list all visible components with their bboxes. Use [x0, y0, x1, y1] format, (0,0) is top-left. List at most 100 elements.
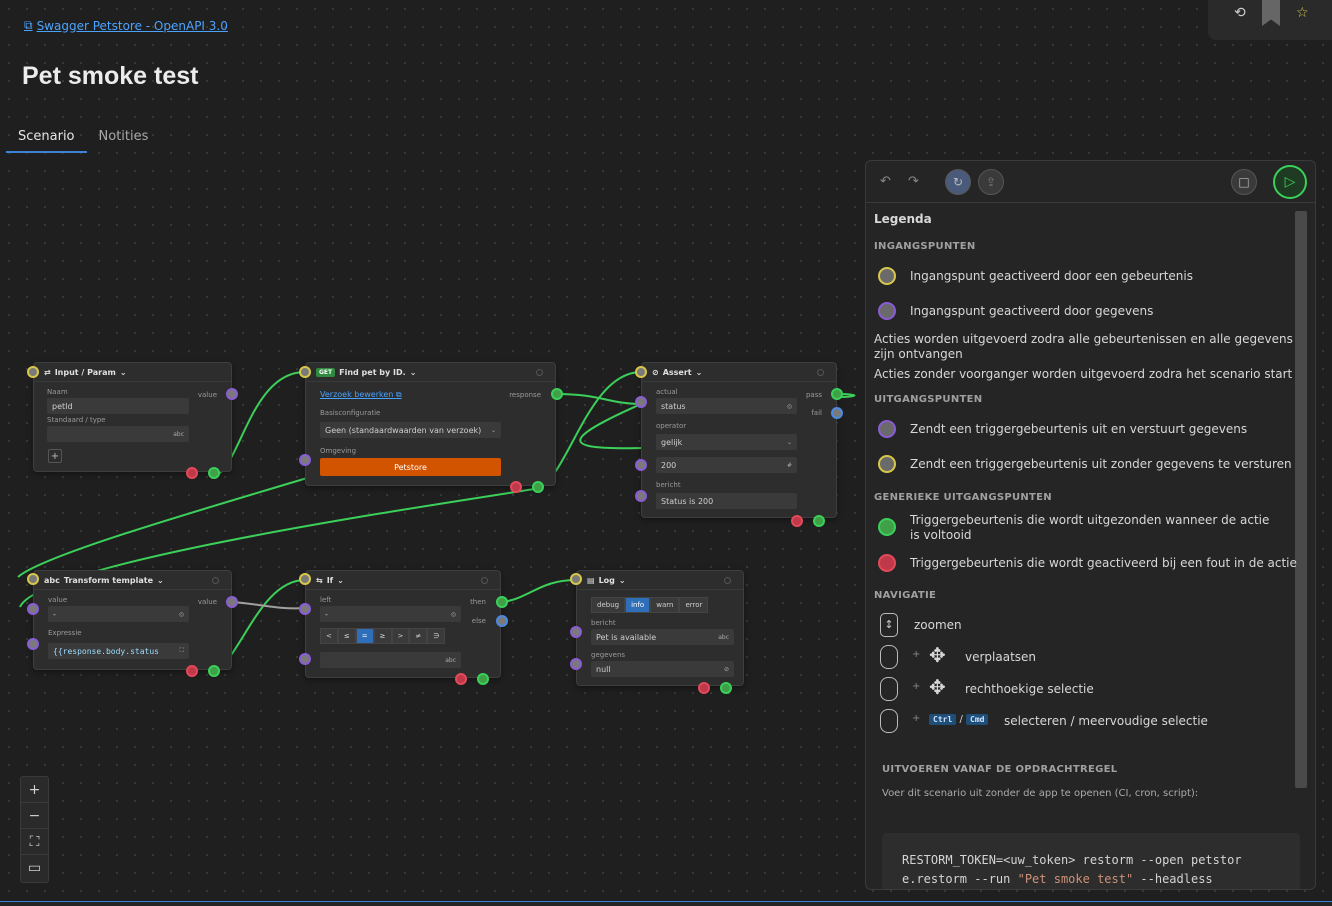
data-field[interactable]: null ⊘ — [591, 661, 734, 677]
port-error[interactable] — [455, 673, 467, 685]
port-data-out[interactable] — [226, 388, 238, 400]
chevron-down-icon[interactable]: ⌄ — [696, 368, 703, 377]
minimap-button[interactable]: ▭ — [21, 855, 48, 881]
run-button[interactable]: ▷ — [1273, 165, 1307, 199]
op-le[interactable]: ≤ — [337, 628, 356, 644]
port-done[interactable] — [720, 682, 732, 694]
port-error[interactable] — [510, 481, 522, 493]
chevron-down-icon[interactable]: ⌄ — [337, 576, 344, 585]
op-lt[interactable]: < — [320, 628, 338, 644]
message-field[interactable]: Pet is available abc — [591, 629, 734, 645]
port-done[interactable] — [477, 673, 489, 685]
port-response-out[interactable] — [551, 388, 563, 400]
node-input-param[interactable]: ⇄ Input / Param ⌄ Naam petId Standaard / t… — [33, 362, 232, 472]
op-ne[interactable]: ≠ — [409, 628, 428, 644]
history-icon[interactable]: ⟲ — [1234, 5, 1246, 21]
name-field[interactable]: petId — [47, 398, 189, 414]
wire — [556, 393, 642, 405]
port-data-in[interactable] — [635, 396, 647, 408]
op-eq[interactable]: = — [355, 628, 374, 644]
environment-button[interactable]: Petstore — [320, 458, 501, 476]
message-field[interactable]: Status is 200 — [656, 493, 797, 509]
star-icon[interactable]: ☆ — [1296, 5, 1309, 21]
data-entry-icon — [878, 302, 896, 320]
port-event-in[interactable] — [299, 573, 311, 585]
redo-icon[interactable]: ↷ — [908, 174, 919, 189]
port-data-in[interactable] — [570, 626, 582, 638]
stop-button[interactable]: □ — [1231, 169, 1257, 195]
default-field[interactable]: abc — [47, 426, 189, 442]
level-warn[interactable]: warn — [650, 597, 680, 613]
port-event-in[interactable] — [27, 366, 39, 378]
port-event-in[interactable] — [570, 573, 582, 585]
port-event-in[interactable] — [27, 573, 39, 585]
port-data-out[interactable] — [226, 596, 238, 608]
level-error[interactable]: error — [679, 597, 709, 613]
port-then[interactable] — [496, 596, 508, 608]
port-data-in[interactable] — [635, 490, 647, 502]
target-icon: ◎ — [450, 610, 456, 618]
zoom-in-button[interactable]: + — [21, 777, 48, 803]
port-error[interactable] — [186, 665, 198, 677]
port-data-in[interactable] — [27, 638, 39, 650]
port-label: else — [471, 617, 486, 625]
node-find-pet[interactable]: GET Find pet by ID. ⌄ Verzoek bewerken ⧉ B… — [305, 362, 556, 486]
chevron-down-icon[interactable]: ⌄ — [619, 576, 626, 585]
port-event-in[interactable] — [635, 366, 647, 378]
chevron-down-icon[interactable]: ⌄ — [120, 368, 127, 377]
tab-notities[interactable]: Notities — [87, 126, 161, 153]
edit-request-link[interactable]: Verzoek bewerken ⧉ — [320, 390, 402, 400]
port-data-in[interactable] — [570, 658, 582, 670]
zoom-out-button[interactable]: − — [21, 803, 48, 829]
port-done[interactable] — [813, 515, 825, 527]
port-error[interactable] — [791, 515, 803, 527]
port-data-in[interactable] — [635, 459, 647, 471]
port-fail[interactable] — [831, 407, 843, 419]
port-else[interactable] — [496, 615, 508, 627]
node-log[interactable]: ▤ Log ⌄ debug info warn error bericht Pet … — [576, 570, 744, 686]
left-field[interactable]: - ◎ — [320, 606, 461, 622]
right-field[interactable]: abc — [320, 652, 461, 668]
level-info[interactable]: info — [625, 597, 651, 613]
node-if[interactable]: ⇆ If ⌄ left - ◎ < ≤ = ≥ > ≠ ∋ abc then else — [305, 570, 501, 678]
expected-field[interactable]: 200 # — [656, 457, 797, 473]
export-button[interactable]: ⇪ — [978, 169, 1004, 195]
fit-view-button[interactable]: ⛶ — [21, 829, 48, 855]
port-data-in[interactable] — [299, 603, 311, 615]
node-assert[interactable]: ⊘ Assert ⌄ actual status ◎ operator gelijk ⌄… — [641, 362, 837, 518]
text-icon: abc — [44, 575, 60, 585]
breadcrumb-link[interactable]: ⧉ Swagger Petstore - OpenAPI 3.0 — [24, 18, 228, 33]
base-config-select[interactable]: Geen (standaardwaarden van verzoek) ⌄ — [320, 422, 501, 438]
port-done[interactable] — [532, 481, 544, 493]
chevron-down-icon[interactable]: ⌄ — [410, 368, 417, 377]
port-done[interactable] — [208, 665, 220, 677]
status-dot — [536, 369, 543, 376]
port-event-in[interactable] — [299, 366, 311, 378]
chevron-down-icon[interactable]: ⌄ — [157, 576, 164, 585]
field-label: Naam — [47, 388, 68, 396]
check-circle-icon: ⊘ — [652, 367, 659, 377]
value-field[interactable]: - ◎ — [48, 606, 189, 622]
port-data-in[interactable] — [299, 653, 311, 665]
op-contains[interactable]: ∋ — [427, 628, 446, 644]
port-done[interactable] — [208, 467, 220, 479]
panel-scrollbar[interactable] — [1295, 211, 1307, 788]
legend-text: Ingangspunt geactiveerd door een gebeurt… — [910, 269, 1194, 283]
auto-layout-button[interactable]: ↻ — [945, 169, 971, 195]
port-data-in[interactable] — [299, 454, 311, 466]
port-error[interactable] — [698, 682, 710, 694]
add-param-button[interactable]: + — [48, 449, 62, 463]
expression-field[interactable]: {{response.body.status ⛶ — [48, 643, 189, 659]
cli-command[interactable]: RESTORM_TOKEN=<uw_token> restorm --open … — [882, 833, 1300, 889]
undo-icon[interactable]: ↶ — [880, 174, 891, 189]
actual-field[interactable]: status ◎ — [656, 398, 797, 414]
op-gt[interactable]: > — [391, 628, 410, 644]
tab-scenario[interactable]: Scenario — [6, 126, 87, 153]
port-pass[interactable] — [831, 388, 843, 400]
node-transform-template[interactable]: abc Transform template ⌄ value - ◎ Expressi… — [33, 570, 232, 670]
level-debug[interactable]: debug — [591, 597, 626, 613]
op-ge[interactable]: ≥ — [373, 628, 392, 644]
port-error[interactable] — [186, 467, 198, 479]
port-data-in[interactable] — [27, 603, 39, 615]
operator-select[interactable]: gelijk ⌄ — [656, 434, 797, 450]
